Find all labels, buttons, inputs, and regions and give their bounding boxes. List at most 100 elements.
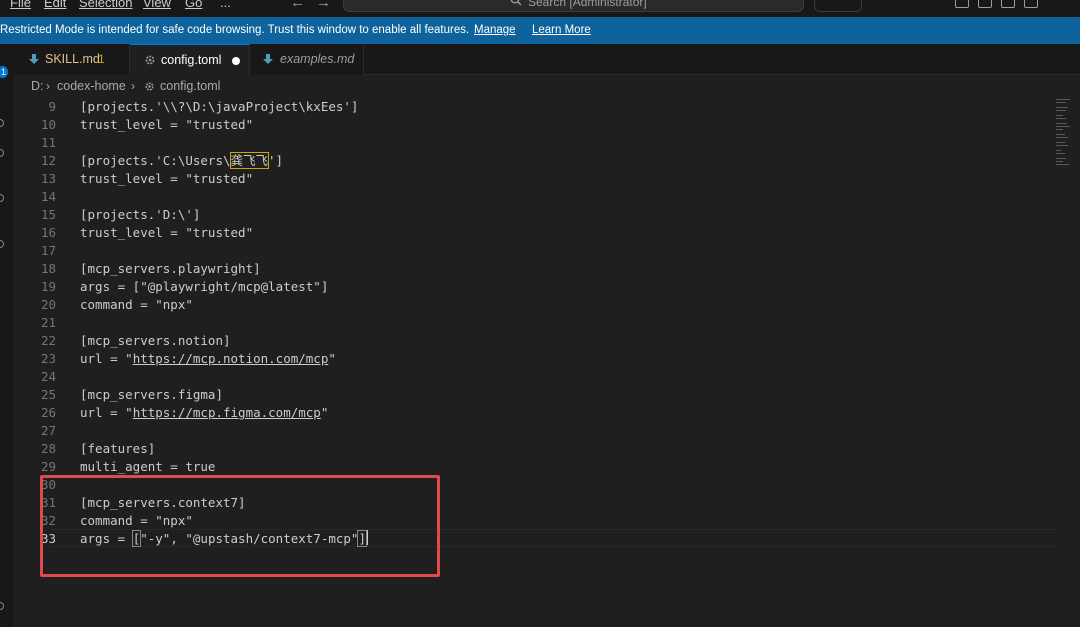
code-line[interactable]: 28 [features] xyxy=(14,440,1054,458)
minimap[interactable] xyxy=(1054,97,1080,167)
toggle-primary-sidebar-icon[interactable] xyxy=(955,0,969,8)
line-text: command = "npx" xyxy=(80,297,193,312)
tab-skill-md[interactable]: SKILL.md 1 xyxy=(14,44,130,75)
line-number: 17 xyxy=(40,243,56,258)
line-number: 13 xyxy=(40,171,56,186)
line-text: [mcp_servers.figma] xyxy=(80,387,223,402)
title-bar: File Edit Selection View Go ... ← → Sear… xyxy=(0,0,1080,17)
line-text: args = ["@playwright/mcp@latest"] xyxy=(80,279,329,294)
breadcrumb-file[interactable]: config.toml xyxy=(160,79,220,93)
line-text: trust_level = "trusted" xyxy=(80,171,254,186)
line-text: [mcp_servers.playwright] xyxy=(80,261,261,276)
line-text: trust_level = "trusted" xyxy=(80,225,254,240)
line-number: 25 xyxy=(40,387,56,402)
code-segment: " xyxy=(328,351,336,366)
code-line[interactable]: 26 url = "https://mcp.figma.com/mcp" xyxy=(14,404,1054,422)
activity-bar: 1 xyxy=(0,44,14,627)
code-line[interactable]: 29 multi_agent = true xyxy=(14,458,1054,476)
line-number: 12 xyxy=(40,153,56,168)
toggle-secondary-sidebar-icon[interactable] xyxy=(1001,0,1015,8)
code-line[interactable]: 15 [projects.'D:\'] xyxy=(14,206,1054,224)
code-line[interactable]: 12 [projects.'C:\Users\龚飞飞'] xyxy=(14,152,1054,170)
breadcrumb-folder[interactable]: codex-home xyxy=(57,79,126,93)
forward-arrow-icon[interactable]: → xyxy=(316,0,331,11)
customize-layout-icon[interactable] xyxy=(1024,0,1038,8)
code-line[interactable]: 21 xyxy=(14,314,1054,332)
menu-go[interactable]: Go xyxy=(185,0,202,10)
toggle-panel-icon[interactable] xyxy=(978,0,992,8)
back-arrow-icon[interactable]: ← xyxy=(290,0,305,11)
line-number: 18 xyxy=(40,261,56,276)
line-number: 26 xyxy=(40,405,56,420)
line-text: url = "https://mcp.figma.com/mcp" xyxy=(80,404,328,422)
line-number: 16 xyxy=(40,225,56,240)
source-control-icon[interactable] xyxy=(0,149,4,157)
problem-count-badge: 1 xyxy=(98,52,105,66)
code-line[interactable]: 16 trust_level = "trusted" xyxy=(14,224,1054,242)
annotation-highlight-box xyxy=(40,475,440,577)
code-line[interactable]: 10 trust_level = "trusted" xyxy=(14,116,1054,134)
code-segment: " xyxy=(320,405,329,420)
menu-more[interactable]: ... xyxy=(220,0,231,10)
line-number: 10 xyxy=(40,117,56,132)
line-text: [features] xyxy=(80,441,156,456)
code-line[interactable]: 23 url = "https://mcp.notion.com/mcp" xyxy=(14,350,1054,368)
line-number: 22 xyxy=(40,333,56,348)
code-line[interactable]: 27 xyxy=(14,422,1054,440)
code-line[interactable]: 24 xyxy=(14,368,1054,386)
line-number: 24 xyxy=(40,369,56,384)
markdown-download-icon xyxy=(263,54,273,64)
search-icon xyxy=(510,0,522,6)
tab-label: config.toml xyxy=(161,53,222,67)
tab-examples-md[interactable]: examples.md xyxy=(250,44,364,75)
menu-view[interactable]: View xyxy=(143,0,171,10)
url-link[interactable]: https://mcp.figma.com/mcp xyxy=(133,405,321,420)
code-line[interactable]: 18 [mcp_servers.playwright] xyxy=(14,260,1054,278)
tab-config-toml[interactable]: config.toml xyxy=(130,44,250,75)
manage-link[interactable]: Manage xyxy=(474,24,516,36)
unicode-highlight: 龚飞飞 xyxy=(229,152,270,169)
code-segment: '] xyxy=(268,153,284,168)
line-text: [projects.'D:\'] xyxy=(80,207,201,222)
gear-icon xyxy=(145,82,154,91)
unsaved-dot-icon[interactable] xyxy=(232,57,240,65)
code-line[interactable]: 13 trust_level = "trusted" xyxy=(14,170,1054,188)
line-text: url = "https://mcp.notion.com/mcp" xyxy=(80,350,336,368)
menu-file[interactable]: File xyxy=(10,0,31,10)
copilot-button[interactable] xyxy=(814,0,862,12)
debug-icon[interactable] xyxy=(0,194,4,202)
gear-icon xyxy=(145,55,155,65)
breadcrumb-drive[interactable]: D: xyxy=(31,79,44,93)
search-placeholder: Search [Administrator] xyxy=(528,0,647,9)
line-number: 20 xyxy=(40,297,56,312)
notification-badge: 1 xyxy=(0,66,8,78)
tab-label: examples.md xyxy=(280,52,355,66)
menu-selection[interactable]: Selection xyxy=(79,0,132,10)
line-number: 9 xyxy=(48,99,56,114)
code-segment: [projects.'C:\Users\ xyxy=(80,153,231,168)
account-icon[interactable] xyxy=(0,602,4,610)
code-line[interactable]: 20 command = "npx" xyxy=(14,296,1054,314)
chevron-right-icon: › xyxy=(46,79,50,93)
extensions-icon[interactable] xyxy=(0,240,4,248)
code-line[interactable]: 22 [mcp_servers.notion] xyxy=(14,332,1054,350)
code-line[interactable]: 25 [mcp_servers.figma] xyxy=(14,386,1054,404)
breadcrumb: D: › codex-home › config.toml xyxy=(14,75,1080,97)
menu-edit[interactable]: Edit xyxy=(44,0,66,10)
url-link[interactable]: https://mcp.notion.com/mcp xyxy=(133,351,329,366)
line-number: 14 xyxy=(40,189,56,204)
code-line[interactable]: 11 xyxy=(14,134,1054,152)
line-number: 15 xyxy=(40,207,56,222)
tab-label: SKILL.md xyxy=(45,52,100,66)
code-line[interactable]: 17 xyxy=(14,242,1054,260)
code-line[interactable]: 14 xyxy=(14,188,1054,206)
search-view-icon[interactable] xyxy=(0,119,4,127)
code-line[interactable]: 9 [projects.'\\?\D:\javaProject\kxEes'] xyxy=(14,98,1054,116)
chevron-right-icon: › xyxy=(131,79,135,93)
line-number: 27 xyxy=(40,423,56,438)
line-number: 11 xyxy=(40,135,56,150)
line-number: 21 xyxy=(40,315,56,330)
line-number: 23 xyxy=(40,351,56,366)
learn-more-link[interactable]: Learn More xyxy=(532,24,591,36)
code-line[interactable]: 19 args = ["@playwright/mcp@latest"] xyxy=(14,278,1054,296)
